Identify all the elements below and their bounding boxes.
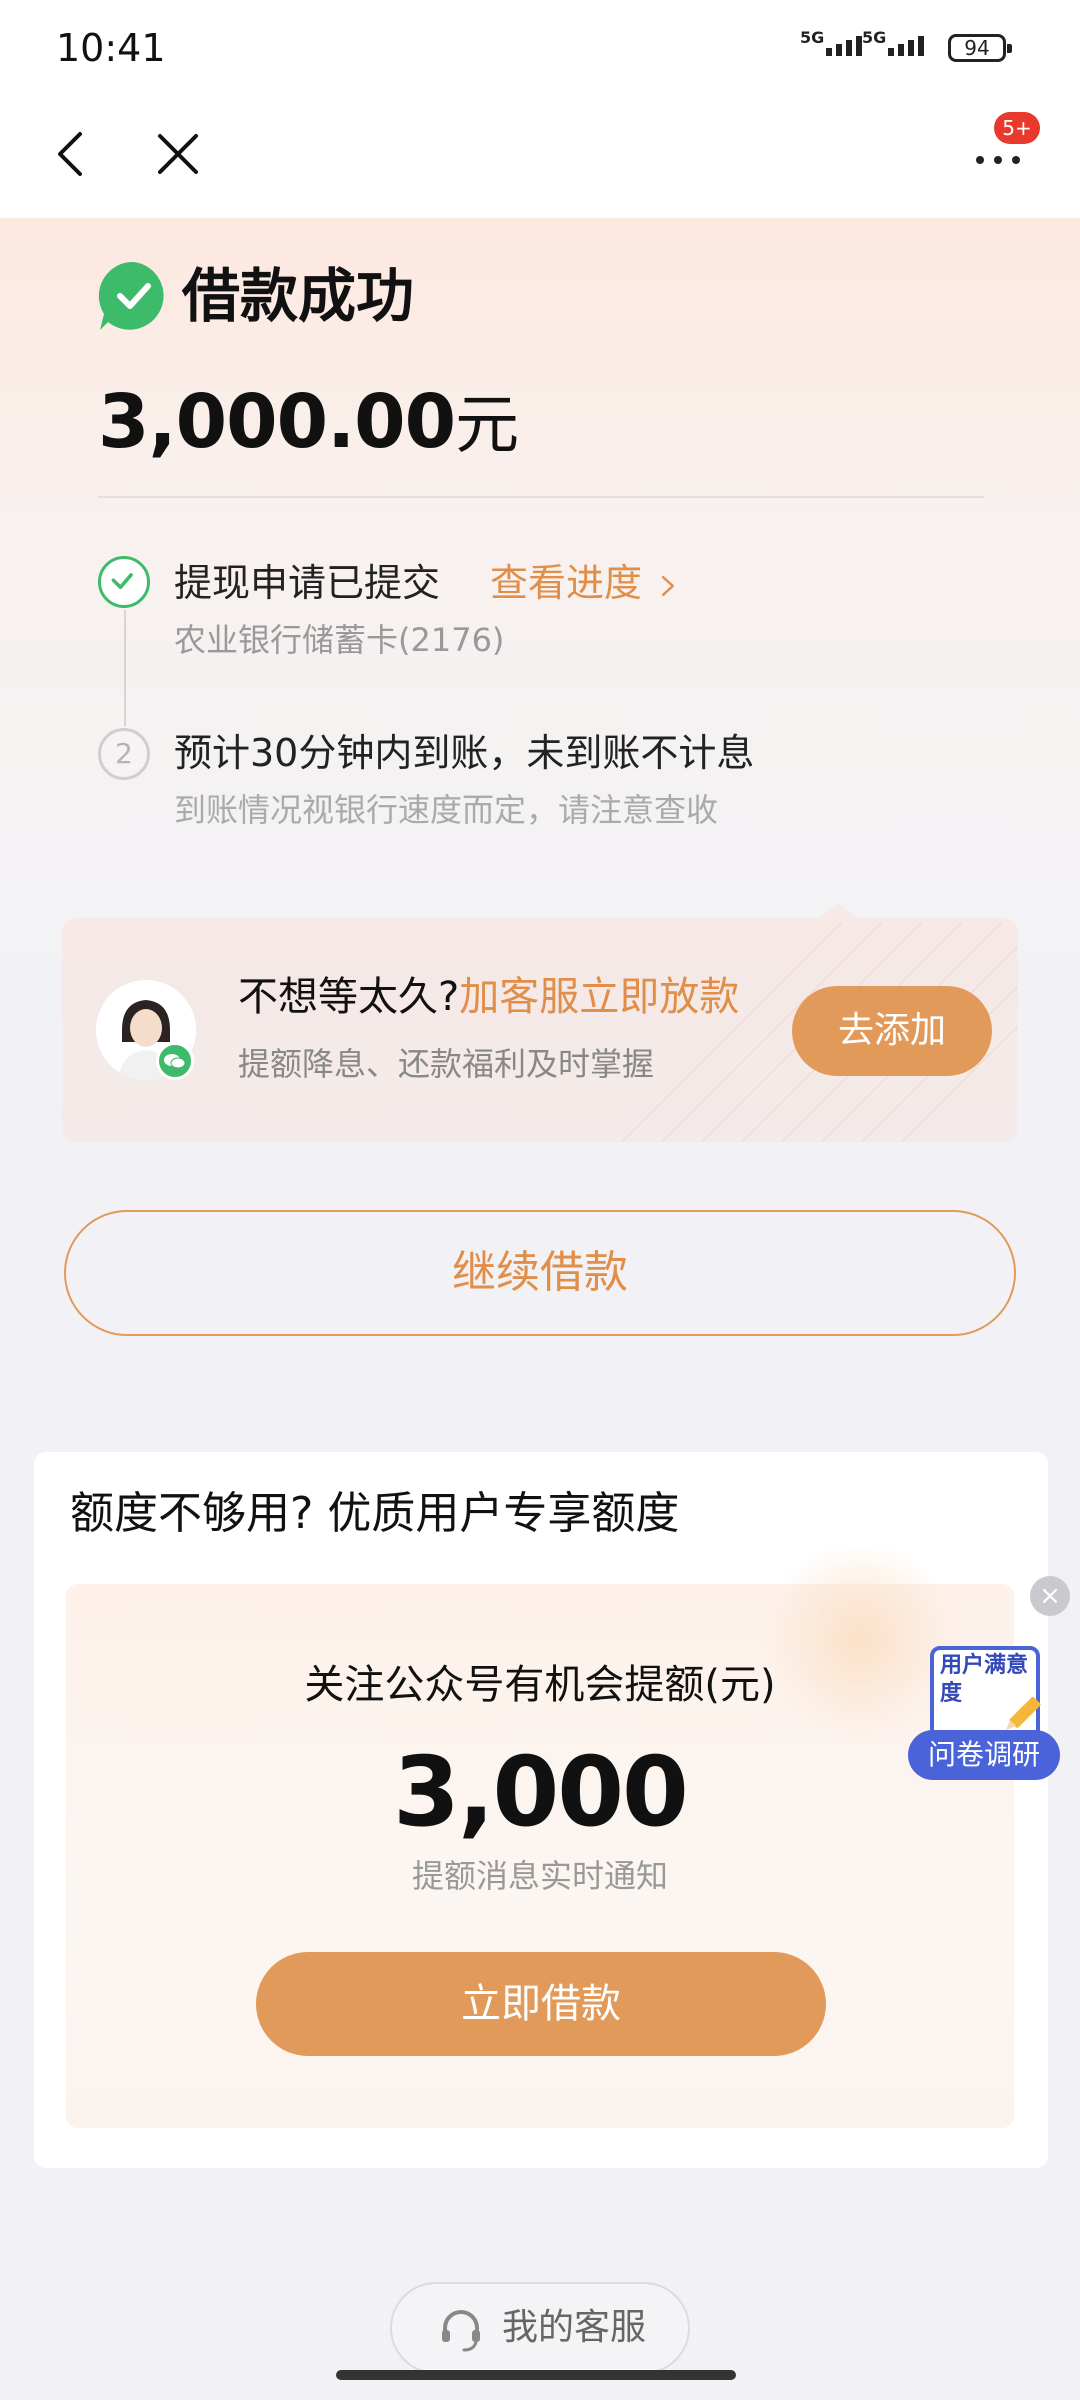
- view-progress-link[interactable]: 查看进度: [490, 556, 676, 610]
- status-time: 10:41: [56, 26, 166, 70]
- promo-title: 不想等太久?加客服立即放款: [238, 968, 739, 1026]
- step2-subtitle: 到账情况视银行速度而定，请注意查收: [174, 791, 719, 829]
- close-survey-icon[interactable]: ×: [1030, 1576, 1070, 1616]
- step-number: 2: [98, 728, 150, 780]
- battery-icon: 94: [948, 34, 1012, 62]
- promo-subtitle: 提额降息、还款福利及时掌握: [238, 1045, 655, 1083]
- wechat-icon: [156, 1042, 194, 1080]
- my-customer-service-label: 我的客服: [502, 2307, 647, 2348]
- loan-amount-value: 3,000.00: [98, 379, 456, 465]
- signal-bars-1-icon: [826, 36, 862, 56]
- signal-bars-2-icon: [888, 36, 924, 56]
- battery-level: 94: [964, 36, 990, 60]
- chevron-right-icon: [662, 576, 675, 596]
- quota-label: 关注公众号有机会提额(元): [304, 1662, 776, 1708]
- survey-button[interactable]: 问卷调研: [908, 1730, 1060, 1780]
- success-title: 借款成功: [182, 262, 415, 330]
- step-connector: [124, 610, 126, 726]
- signal-label-2: 5G: [862, 28, 887, 47]
- divider: [98, 496, 984, 498]
- step-complete-icon: [98, 556, 150, 608]
- headset-icon: [442, 2310, 480, 2352]
- add-customer-service-button[interactable]: 去添加: [792, 986, 992, 1076]
- step1-subtitle: 农业银行储蓄卡(2176): [174, 621, 505, 659]
- back-arrow-icon[interactable]: [44, 126, 100, 182]
- step1-title: 提现申请已提交: [174, 561, 441, 605]
- step2-title: 预计30分钟内到账，未到账不计息: [174, 731, 755, 775]
- quota-note: 提额消息实时通知: [411, 1857, 668, 1895]
- success-check-icon: [98, 261, 164, 330]
- view-progress-label: 查看进度: [490, 561, 643, 605]
- loan-amount: 3,000.00元: [98, 372, 519, 476]
- notification-badge: 5+: [994, 112, 1040, 144]
- signal-label-1: 5G: [800, 28, 825, 47]
- promo-pointer: [820, 902, 856, 918]
- promo-title-accent: 加客服立即放款: [459, 974, 740, 1020]
- continue-borrowing-button[interactable]: 继续借款: [64, 1210, 1016, 1336]
- close-icon[interactable]: [150, 126, 206, 182]
- borrow-now-button[interactable]: 立即借款: [256, 1952, 826, 2056]
- quota-card-title: 额度不够用? 优质用户专享额度: [70, 1488, 680, 1539]
- home-indicator[interactable]: [336, 2370, 736, 2380]
- promo-title-plain: 不想等太久?: [238, 974, 460, 1020]
- status-bar: 10:41 5G 5G 94: [0, 0, 1080, 100]
- loan-amount-unit: 元: [455, 389, 519, 463]
- nav-bar: 5+: [0, 100, 1080, 218]
